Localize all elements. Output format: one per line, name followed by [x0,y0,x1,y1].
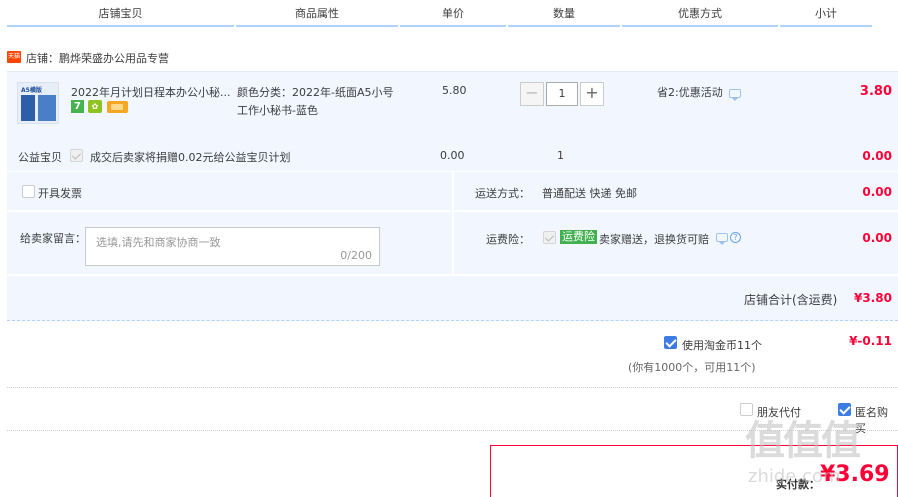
shipping-method: 普通配送 快递 免邮 [542,187,637,200]
promo-text[interactable]: 省2:优惠活动 [657,84,723,100]
thumb-notebook-image [21,95,35,121]
col-subtotal: 小计 [780,0,872,27]
shipping-cost: 0.00 [862,185,892,199]
message-input[interactable]: 选填,请先和商家协商一致 0/200 [85,227,380,266]
charity-checkbox[interactable] [70,149,83,162]
coins-discount: ¥-0.11 [849,334,892,348]
col-shop-item: 店铺宝贝 [7,0,234,27]
insurance-chat-icon[interactable] [716,233,728,245]
promo-chat-icon[interactable] [729,89,741,101]
product-attributes: 颜色分类：2022年-纸面A5小号 工作小秘书-蓝色 [237,84,407,120]
message-char-count: 0/200 [340,249,372,262]
insurance-cost: 0.00 [862,231,892,245]
invoice-checkbox[interactable] [22,185,35,198]
col-quantity: 数量 [508,0,620,27]
insurance-text: 卖家赠送，退换货可赔 [599,233,709,246]
thumb-notebook-image-2 [38,95,56,121]
tmall-icon: 天猫 [7,51,21,63]
guarantee-icon: ✿ [88,100,102,113]
quantity-decrease-button[interactable]: − [520,82,544,106]
shop-total-label: 店铺合计(含运费) [744,293,838,307]
shop-total-value: ¥3.80 [854,291,892,305]
use-coins-label: 使用淘金币11个 [682,339,762,352]
charity-text: 成交后卖家将捐赠0.02元给公益宝贝计划 [90,151,291,164]
seven-day-return-icon: 7 [71,100,84,113]
invoice-label: 开具发票 [38,187,82,200]
credit-card-icon [107,101,128,113]
help-icon[interactable]: ? [730,232,741,243]
coins-note: (你有1000个，可用11个) [628,361,756,374]
unit-price: 5.80 [442,84,467,97]
divider-1 [7,387,898,388]
attr-color: 颜色分类：2022年-纸面A5小号 [237,86,394,99]
col-attributes: 商品属性 [236,0,398,27]
watermark-domain: zhide.com [748,466,841,487]
cart-header: 店铺宝贝 商品属性 单价 数量 优惠方式 小计 [0,0,898,27]
item-subtotal: 3.80 [859,84,892,99]
product-title-link[interactable]: 2022年月计划日程本办公小秘... [71,84,231,100]
shipping-label: 运送方式： [475,187,530,200]
insurance-checkbox[interactable] [543,231,556,244]
charity-subtotal: 0.00 [862,149,892,163]
attr-color-2: 工作小秘书-蓝色 [237,104,318,117]
col-discount: 优惠方式 [622,0,778,27]
message-label: 给卖家留言： [20,232,86,245]
charity-quantity: 1 [557,149,564,162]
watermark-logo: 值值值 [745,418,861,464]
charity-price: 0.00 [440,149,465,162]
thumb-label: A5横版 [21,87,42,94]
quantity-input[interactable]: 1 [546,82,578,106]
product-thumbnail[interactable]: A5横版 [17,82,59,124]
message-placeholder: 选填,请先和商家协商一致 [96,236,221,249]
insurance-label: 运费险： [486,233,530,246]
use-coins-checkbox[interactable] [664,336,677,349]
quantity-increase-button[interactable]: + [580,82,604,106]
insurance-badge: 运费险 [560,230,597,244]
shop-name-link[interactable]: 店铺：鹏烨荣盛办公用品专营 [26,50,169,66]
anonymous-label: 匿名购买 [855,406,888,435]
charity-label: 公益宝贝 [18,151,62,164]
col-unit-price: 单价 [400,0,506,27]
